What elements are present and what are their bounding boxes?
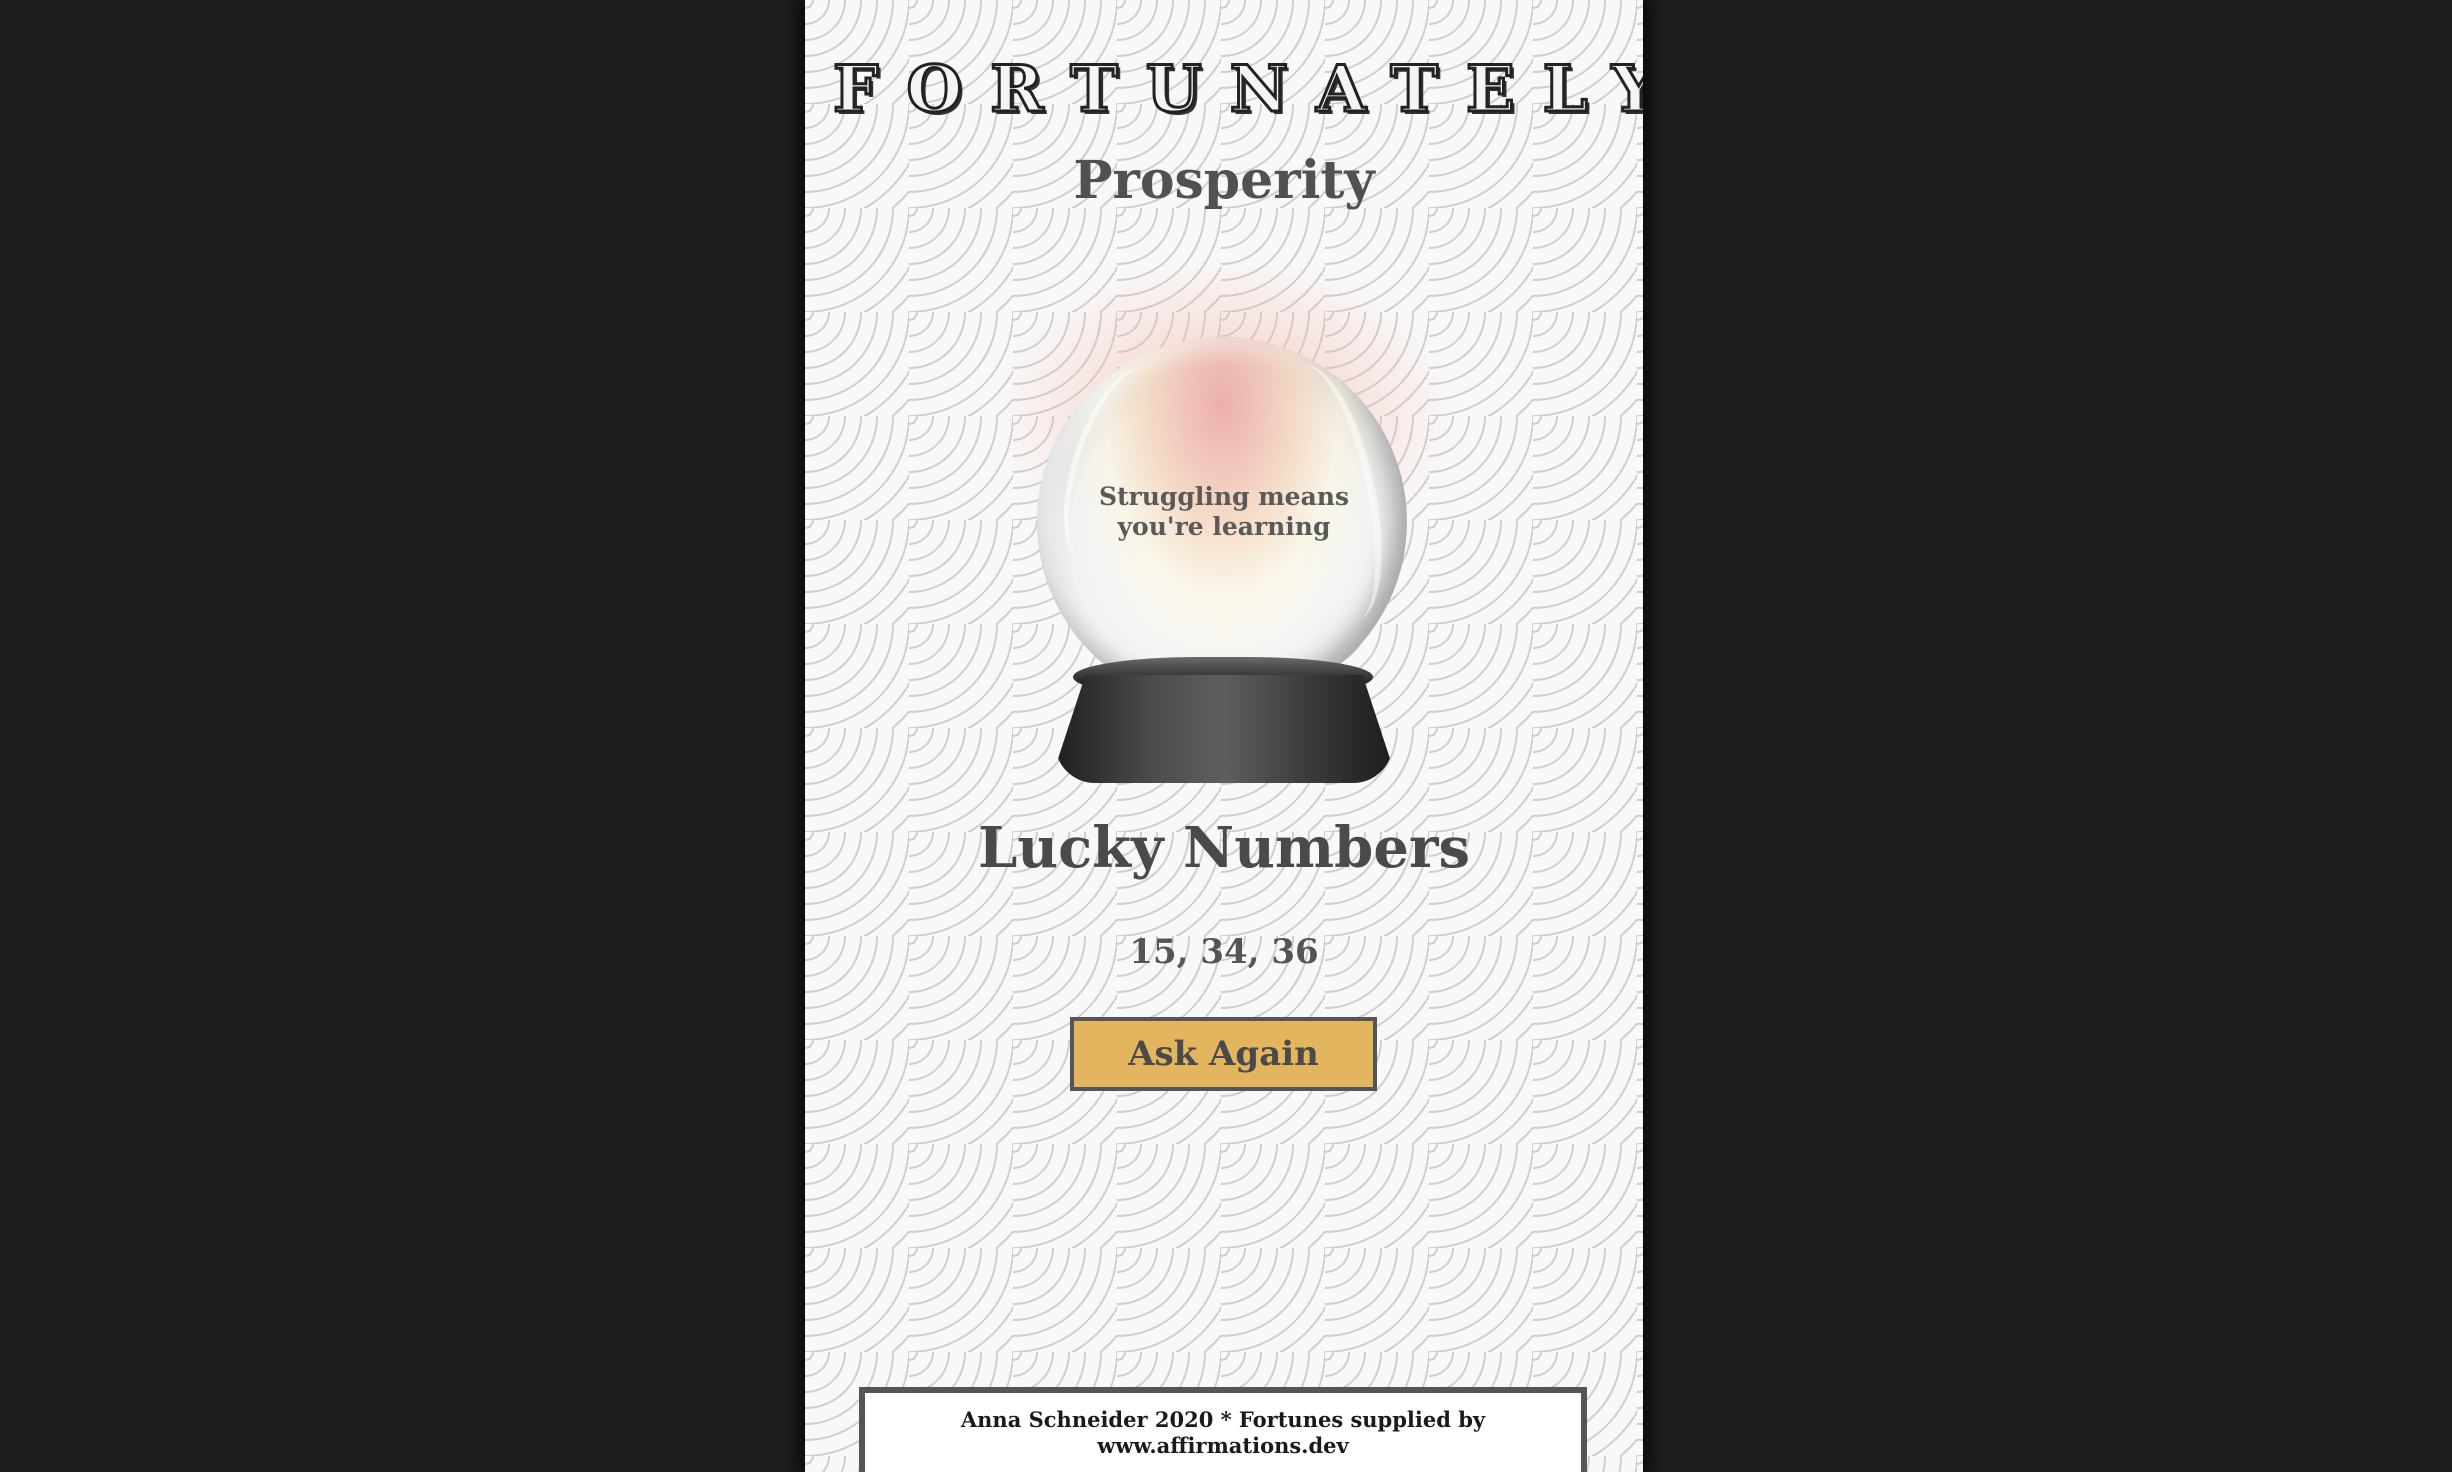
footer-link[interactable]: www.affirmations.dev [865, 1433, 1581, 1459]
lucky-numbers-heading: Lucky Numbers [978, 815, 1470, 881]
fortune-text: Struggling means you're learning [1098, 482, 1350, 541]
crystal-ball: Struggling means you're learning [805, 245, 1643, 790]
app-panel: FORTUNATELY Prosperity Struggling means … [805, 0, 1643, 1472]
lucky-numbers-values: 15, 34, 36 [1129, 932, 1319, 972]
app-title: FORTUNATELY [832, 51, 1644, 129]
fortune-category: Prosperity [1073, 150, 1375, 211]
footer: Anna Schneider 2020 * Fortunes supplied … [859, 1387, 1587, 1472]
footer-credit: Anna Schneider 2020 * Fortunes supplied … [960, 1407, 1486, 1432]
ask-again-button[interactable]: Ask Again [1070, 1017, 1377, 1091]
crystal-ball-stand [1055, 675, 1393, 783]
